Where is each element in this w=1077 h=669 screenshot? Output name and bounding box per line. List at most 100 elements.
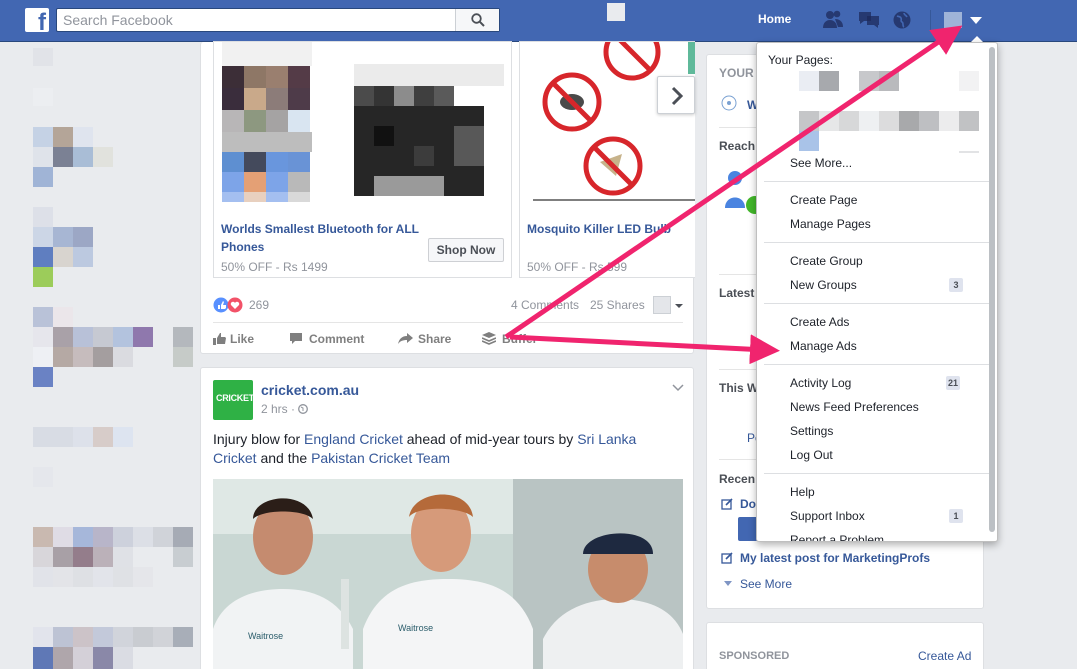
support-inbox-item[interactable]: Support Inbox [790,509,865,523]
chevron-right-icon [671,86,684,106]
pixelated-block [33,367,53,387]
cricket-page-logo[interactable]: CRICKET [213,380,254,420]
support-inbox-badge: 1 [949,509,963,523]
sri-lanka-cricket-link[interactable]: Sri Lanka [577,431,636,447]
this-week-label: This W [719,381,759,395]
report-problem-item[interactable]: Report a Problem [790,533,884,541]
ad-price-mosquito: 50% OFF - Rs 599 [527,260,628,274]
manage-ads-item[interactable]: Manage Ads [790,339,857,353]
boost-button[interactable] [738,517,758,541]
comment-button[interactable]: Comment [289,332,364,346]
menu-divider [764,364,989,365]
svg-text:Waitrose: Waitrose [248,631,283,641]
create-group-item[interactable]: Create Group [790,254,863,268]
feed-post-card: CRICKET cricket.com.au 2 hrs · Injury bl… [200,367,694,669]
pixelated-block [173,347,193,367]
ad-title-bluetooth[interactable]: Worlds Smallest Bluetooth for ALL Phones [221,220,436,256]
ad-price-bluetooth: 50% OFF - Rs 1499 [221,260,328,274]
search-input[interactable] [57,9,452,31]
log-out-item[interactable]: Log Out [790,448,833,462]
activity-log-badge: 21 [946,376,961,390]
edit-post-icon [721,552,733,564]
pixelated-block [153,527,173,547]
comments-count-link[interactable]: 4 Comments [511,298,579,312]
top-navigation-bar: f Home [0,0,1077,42]
recent-post-link[interactable]: Do [740,497,756,511]
pixelated-block [113,627,133,647]
england-cricket-link[interactable]: England Cricket [304,431,403,447]
reactions-summary[interactable]: 269 [213,297,269,316]
marketingprofs-post-link[interactable]: My latest post for MarketingProfs [740,551,930,565]
share-icon [398,333,413,344]
friend-requests-icon[interactable] [822,10,844,30]
settings-item[interactable]: Settings [790,424,833,438]
notifications-globe-icon[interactable] [892,10,914,30]
pixelated-block [173,547,193,567]
share-label: Share [418,332,452,346]
manage-pages-item[interactable]: Manage Pages [790,217,871,231]
pixelated-block [33,467,53,487]
ad-tile-bluetooth[interactable]: Worlds Smallest Bluetooth for ALL Phones… [213,41,512,278]
pixelated-block [33,48,53,66]
pixelated-block [33,127,53,147]
messages-icon[interactable] [858,10,880,30]
pixelated-block [53,307,73,327]
pixelated-block [73,147,93,167]
see-more-link[interactable]: See More [740,577,792,591]
menu-scrollbar[interactable] [989,47,995,532]
home-link[interactable]: Home [758,12,791,26]
ad-title-mosquito[interactable]: Mosquito Killer LED Bulb [527,220,697,238]
shop-now-button[interactable]: Shop Now [428,238,504,262]
pixelated-block [53,427,73,447]
post-text-segment: ahead of mid-year tours by [402,431,578,447]
pixelated-block [113,567,133,587]
help-item[interactable]: Help [790,485,815,499]
pixelated-block [33,627,53,647]
divider [719,459,759,460]
account-menu-button[interactable] [944,10,984,30]
activity-log-item[interactable]: Activity Log [790,376,851,390]
new-groups-badge: 3 [949,278,963,292]
menu-divider [764,181,989,182]
shares-count-link[interactable]: 25 Shares [590,298,645,312]
svg-text:Waitrose: Waitrose [398,623,433,633]
pakistan-cricket-link[interactable]: Pakistan Cricket Team [311,450,450,466]
see-more-pages-link[interactable]: See More... [790,156,852,170]
share-button[interactable]: Share [398,332,451,346]
pixelated-block [133,627,153,647]
new-groups-item[interactable]: New Groups [790,278,857,292]
carousel-next-button[interactable] [657,76,695,114]
pixelated-block [53,127,73,147]
pixelated-block [73,427,93,447]
pixelated-block [607,3,625,21]
create-ad-link[interactable]: Create Ad [918,649,971,663]
post-photo-cricketers[interactable]: Waitrose Waitrose [213,479,683,669]
chevron-down-icon[interactable] [672,384,684,392]
pixelated-block [33,527,53,547]
pixelated-block [133,567,153,587]
audience-avatar[interactable] [653,296,671,314]
post-timestamp[interactable]: 2 hrs · [261,402,309,416]
profile-mini-avatar [944,12,962,28]
create-ads-item[interactable]: Create Ads [790,315,849,329]
pixelated-block [113,327,133,347]
news-feed-preferences-item[interactable]: News Feed Preferences [790,400,919,414]
facebook-logo-icon[interactable]: f [25,8,49,35]
search-button[interactable] [455,9,499,31]
latest-label: Latest [719,286,755,300]
chevron-down-icon [724,581,732,586]
divider [719,127,759,128]
like-label: Like [230,332,255,346]
like-button[interactable]: Like [212,332,254,346]
pixelated-block [53,527,73,547]
comment-label: Comment [309,332,365,346]
create-page-item[interactable]: Create Page [790,193,857,207]
post-page-name[interactable]: cricket.com.au [261,382,359,398]
buffer-stack-icon [481,332,497,345]
sri-lanka-cricket-link-cont[interactable]: Cricket [213,450,257,466]
chevron-down-icon[interactable] [674,301,684,311]
menu-divider [764,303,989,304]
buffer-button[interactable]: Buffer [481,332,537,346]
pixelated-block [173,627,193,647]
pixelated-block [33,647,53,669]
